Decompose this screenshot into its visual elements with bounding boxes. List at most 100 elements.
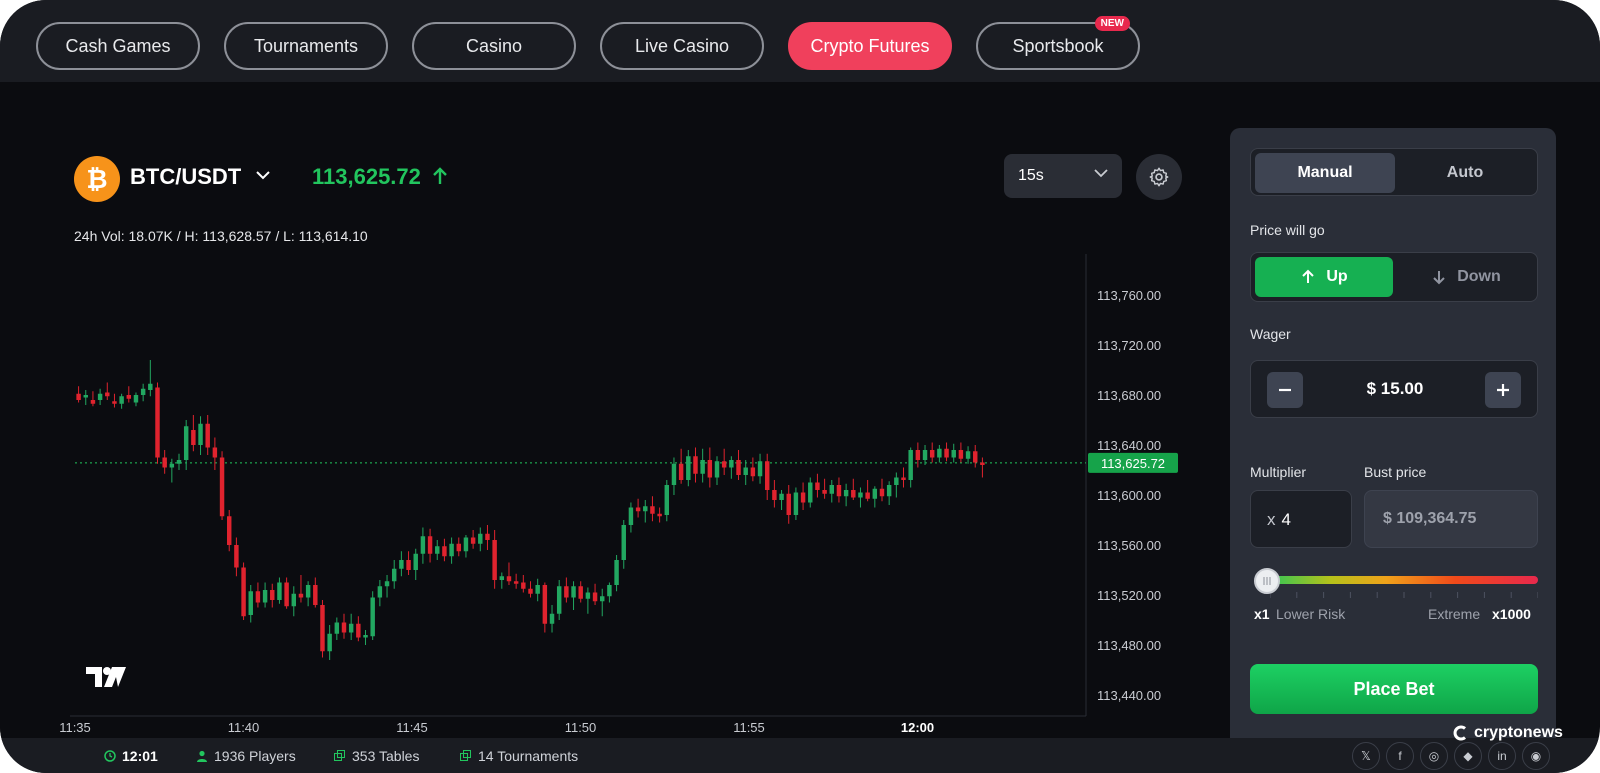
candle-body[interactable] xyxy=(707,460,713,478)
candle-body[interactable] xyxy=(721,461,727,468)
candle-body[interactable] xyxy=(664,485,670,515)
candle-body[interactable] xyxy=(399,560,404,569)
candle-body[interactable] xyxy=(162,457,167,468)
candle-body[interactable] xyxy=(851,490,856,498)
candle-body[interactable] xyxy=(470,537,476,544)
candle-body[interactable] xyxy=(205,423,210,448)
candle-body[interactable] xyxy=(657,513,662,517)
candle-body[interactable] xyxy=(227,516,232,545)
candle-body[interactable] xyxy=(908,450,913,480)
candle-body[interactable] xyxy=(119,396,124,404)
candle-body[interactable] xyxy=(564,586,569,598)
candle-body[interactable] xyxy=(714,461,720,478)
candle-body[interactable] xyxy=(492,540,497,580)
candle-body[interactable] xyxy=(901,477,906,481)
down-button[interactable]: Down xyxy=(1397,257,1535,297)
candle-body[interactable] xyxy=(808,482,813,503)
candle-body[interactable] xyxy=(313,585,318,605)
candle-body[interactable] xyxy=(958,450,964,459)
candle-body[interactable] xyxy=(614,560,619,585)
candle-body[interactable] xyxy=(499,576,505,580)
reddit-icon[interactable]: ◉ xyxy=(1522,742,1550,770)
candle-body[interactable] xyxy=(556,586,562,614)
candle-body[interactable] xyxy=(277,582,282,601)
candle-body[interactable] xyxy=(764,461,770,490)
candle-body[interactable] xyxy=(650,506,655,514)
candle-body[interactable] xyxy=(291,593,297,607)
candle-body[interactable] xyxy=(621,525,626,560)
candle-body[interactable] xyxy=(284,582,289,607)
candle-body[interactable] xyxy=(528,588,533,594)
candle-body[interactable] xyxy=(348,623,354,633)
candle-body[interactable] xyxy=(872,488,878,499)
candle-body[interactable] xyxy=(442,546,447,557)
nav-cash-games[interactable]: Cash Games xyxy=(36,22,200,70)
facebook-icon[interactable]: f xyxy=(1386,742,1414,770)
candle-body[interactable] xyxy=(356,623,361,638)
candle-body[interactable] xyxy=(327,633,332,652)
candle-body[interactable] xyxy=(427,536,433,554)
candle-body[interactable] xyxy=(944,448,949,458)
risk-slider-track[interactable] xyxy=(1262,576,1538,584)
candle-body[interactable] xyxy=(750,467,756,477)
candle-body[interactable] xyxy=(600,596,605,602)
candle-body[interactable] xyxy=(133,395,139,403)
candle-body[interactable] xyxy=(485,533,490,540)
instagram-icon[interactable]: ◎ xyxy=(1420,742,1448,770)
candle-body[interactable] xyxy=(305,585,311,598)
candle-body[interactable] xyxy=(377,586,383,598)
candle-body[interactable] xyxy=(772,490,777,500)
nav-casino[interactable]: Casino xyxy=(412,22,576,70)
nav-tournaments[interactable]: Tournaments xyxy=(224,22,388,70)
discord-icon[interactable]: ◆ xyxy=(1454,742,1482,770)
candle-body[interactable] xyxy=(391,568,397,582)
candle-body[interactable] xyxy=(894,477,899,486)
candle-body[interactable] xyxy=(169,463,175,468)
candle-body[interactable] xyxy=(643,506,648,512)
candle-body[interactable] xyxy=(915,450,921,460)
candle-body[interactable] xyxy=(126,395,132,399)
candle-body[interactable] xyxy=(513,581,519,584)
x-icon[interactable]: 𝕏 xyxy=(1352,742,1380,770)
candle-body[interactable] xyxy=(571,586,576,598)
candle-body[interactable] xyxy=(815,482,820,491)
candle-body[interactable] xyxy=(757,461,763,477)
candle-body[interactable] xyxy=(879,488,885,497)
candle-body[interactable] xyxy=(542,585,548,624)
candle-body[interactable] xyxy=(406,560,411,570)
tab-auto[interactable]: Auto xyxy=(1395,153,1535,193)
candle-body[interactable] xyxy=(686,456,691,480)
candle-body[interactable] xyxy=(786,493,791,515)
candle-body[interactable] xyxy=(270,590,275,600)
tab-manual[interactable]: Manual xyxy=(1255,153,1395,193)
candle-body[interactable] xyxy=(191,430,196,445)
candle-body[interactable] xyxy=(449,543,454,557)
candle-body[interactable] xyxy=(298,593,304,598)
candle-body[interactable] xyxy=(105,392,110,397)
candle-body[interactable] xyxy=(112,401,117,404)
candle-body[interactable] xyxy=(585,592,591,599)
candle-body[interactable] xyxy=(843,490,849,497)
nav-sportsbook[interactable]: Sportsbook NEW xyxy=(976,16,1140,70)
candle-body[interactable] xyxy=(341,622,347,633)
candle-body[interactable] xyxy=(693,456,698,474)
candle-body[interactable] xyxy=(241,567,246,617)
candle-body[interactable] xyxy=(140,388,146,395)
candle-body[interactable] xyxy=(506,576,512,582)
candle-body[interactable] xyxy=(836,485,842,497)
candle-body[interactable] xyxy=(478,533,483,544)
candle-body[interactable] xyxy=(779,493,784,500)
nav-crypto-futures[interactable]: Crypto Futures xyxy=(788,22,952,70)
candle-body[interactable] xyxy=(607,585,612,597)
candle-body[interactable] xyxy=(729,460,734,468)
candle-body[interactable] xyxy=(363,635,368,638)
candle-body[interactable] xyxy=(463,537,469,552)
candle-body[interactable] xyxy=(521,582,526,589)
candle-body[interactable] xyxy=(212,447,218,458)
candle-body[interactable] xyxy=(549,613,555,624)
linkedin-icon[interactable]: in xyxy=(1488,742,1516,770)
candle-body[interactable] xyxy=(973,451,978,463)
candle-body[interactable] xyxy=(183,426,189,460)
candle-body[interactable] xyxy=(858,492,863,498)
candle-body[interactable] xyxy=(97,393,103,400)
